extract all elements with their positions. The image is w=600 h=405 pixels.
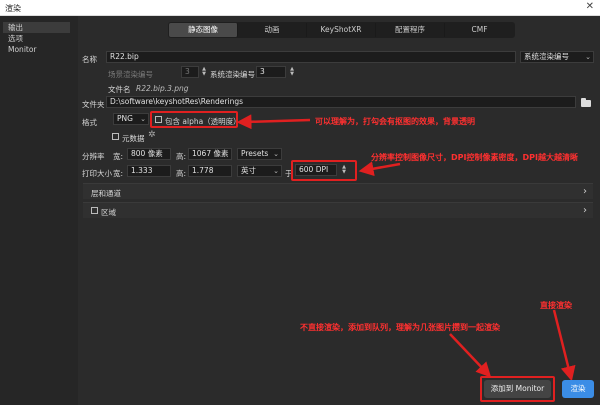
chevron-down-icon: ⌄ (273, 167, 279, 175)
main-panel: 静态图像 动画 KeyShotXR 配置程序 CMF 名称 R22.bip 系统… (78, 16, 600, 405)
sidebar-item-options[interactable]: 选项 (3, 33, 70, 44)
format-label: 格式 (82, 118, 97, 127)
tab-keyshotxr[interactable]: KeyShotXR (307, 23, 376, 37)
filename-value: R22.bip.3.png (136, 84, 189, 93)
alpha-annotation: 可以理解为，打勾会有抠图的效果，背景透明 (315, 117, 475, 126)
tab-animation[interactable]: 动画 (238, 23, 307, 37)
filename-label: 文件名 (108, 85, 131, 94)
gear-icon[interactable]: ✲ (148, 130, 156, 140)
chevron-down-icon: ⌄ (585, 53, 591, 61)
name-label: 名称 (82, 55, 97, 64)
add-to-monitor-button[interactable]: 添加到 Monitor (484, 380, 551, 398)
tab-cmf[interactable]: CMF (445, 23, 514, 37)
sidebar: 输出 选项 Monitor (0, 16, 78, 405)
print-height-label: 高: (176, 169, 187, 178)
sidebar-item-monitor[interactable]: Monitor (3, 44, 70, 55)
close-icon[interactable]: ✕ (586, 1, 594, 12)
dpi-stepper[interactable]: ▲ ▼ (340, 165, 348, 175)
width-input[interactable]: 800 像素 (127, 148, 171, 160)
chevron-right-icon: › (583, 186, 587, 197)
section-label: 层和通道 (91, 189, 121, 198)
window-title: 渲染 (5, 4, 21, 13)
section-region[interactable]: 区域 › (83, 202, 593, 218)
presets-value: Presets (241, 149, 269, 158)
metadata-label: 元数据 (122, 134, 145, 143)
metadata-checkbox[interactable] (112, 133, 119, 140)
folder-icon[interactable] (581, 98, 591, 107)
alpha-label: 包含 alpha（透明度） (165, 117, 241, 126)
height-input[interactable]: 1067 像素 (188, 148, 232, 160)
scene-number-label: 场景渲染编号 (108, 70, 153, 79)
chevron-down-icon: ⌄ (273, 150, 279, 158)
resolution-label: 分辨率 (82, 152, 105, 161)
monitor-arrow (449, 333, 492, 378)
sidebar-item-output[interactable]: 输出 (3, 22, 70, 33)
section-label: 区域 (101, 208, 116, 217)
height-label: 高: (176, 152, 187, 161)
dpi-arrow (358, 161, 401, 177)
direct-render-annotation: 直接渲染 (540, 301, 572, 310)
unit-select[interactable]: 英寸 ⌄ (237, 165, 282, 177)
scene-number-stepper[interactable]: ▲ ▼ (200, 67, 208, 77)
scene-number-input[interactable]: 3 (181, 66, 199, 78)
tab-configurator[interactable]: 配置程序 (376, 23, 445, 37)
unit-value: 英寸 (241, 166, 256, 175)
queue-annotation: 不直接渲染，添加到队列，理解为几张图片攒到一起渲染 (300, 323, 500, 332)
render-arrow (552, 309, 576, 382)
folder-input[interactable]: D:\software\keyshotRes\Renderings (106, 96, 576, 108)
section-layers-channels[interactable]: 层和通道 › (83, 183, 593, 199)
render-button[interactable]: 渲染 (562, 380, 594, 398)
print-width-input[interactable]: 1.333 (127, 165, 171, 177)
alpha-checkbox[interactable] (155, 116, 162, 123)
chevron-right-icon: › (583, 205, 587, 216)
alpha-arrow (236, 114, 311, 130)
name-mode-value: 系统渲染编号 (524, 52, 569, 61)
format-value: PNG (117, 114, 133, 123)
window-titlebar: 渲染 ✕ (0, 0, 600, 16)
system-number-label: 系统渲染编号 (210, 70, 255, 79)
name-input[interactable]: R22.bip (106, 51, 516, 63)
width-label: 宽: (113, 152, 124, 161)
chevron-down-icon: ⌄ (140, 115, 146, 123)
system-number-stepper[interactable]: ▲ ▼ (288, 67, 296, 77)
presets-select[interactable]: Presets ⌄ (237, 148, 282, 160)
folder-label: 文件夹 (82, 100, 105, 109)
dpi-input[interactable]: 600 DPI (295, 164, 337, 176)
region-checkbox[interactable] (91, 207, 98, 214)
tab-still-image[interactable]: 静态图像 (169, 23, 238, 37)
dpi-annotation: 分辨率控制图像尺寸，DPI控制像素密度，DPI越大越清晰 (371, 153, 578, 162)
print-width-label: 宽: (113, 169, 124, 178)
format-select[interactable]: PNG ⌄ (113, 113, 149, 125)
name-mode-select[interactable]: 系统渲染编号 ⌄ (520, 51, 594, 63)
system-number-input[interactable]: 3 (256, 66, 286, 78)
print-size-label: 打印大小 (82, 169, 112, 178)
print-height-input[interactable]: 1.778 (188, 165, 232, 177)
tab-bar: 静态图像 动画 KeyShotXR 配置程序 CMF (168, 22, 515, 38)
